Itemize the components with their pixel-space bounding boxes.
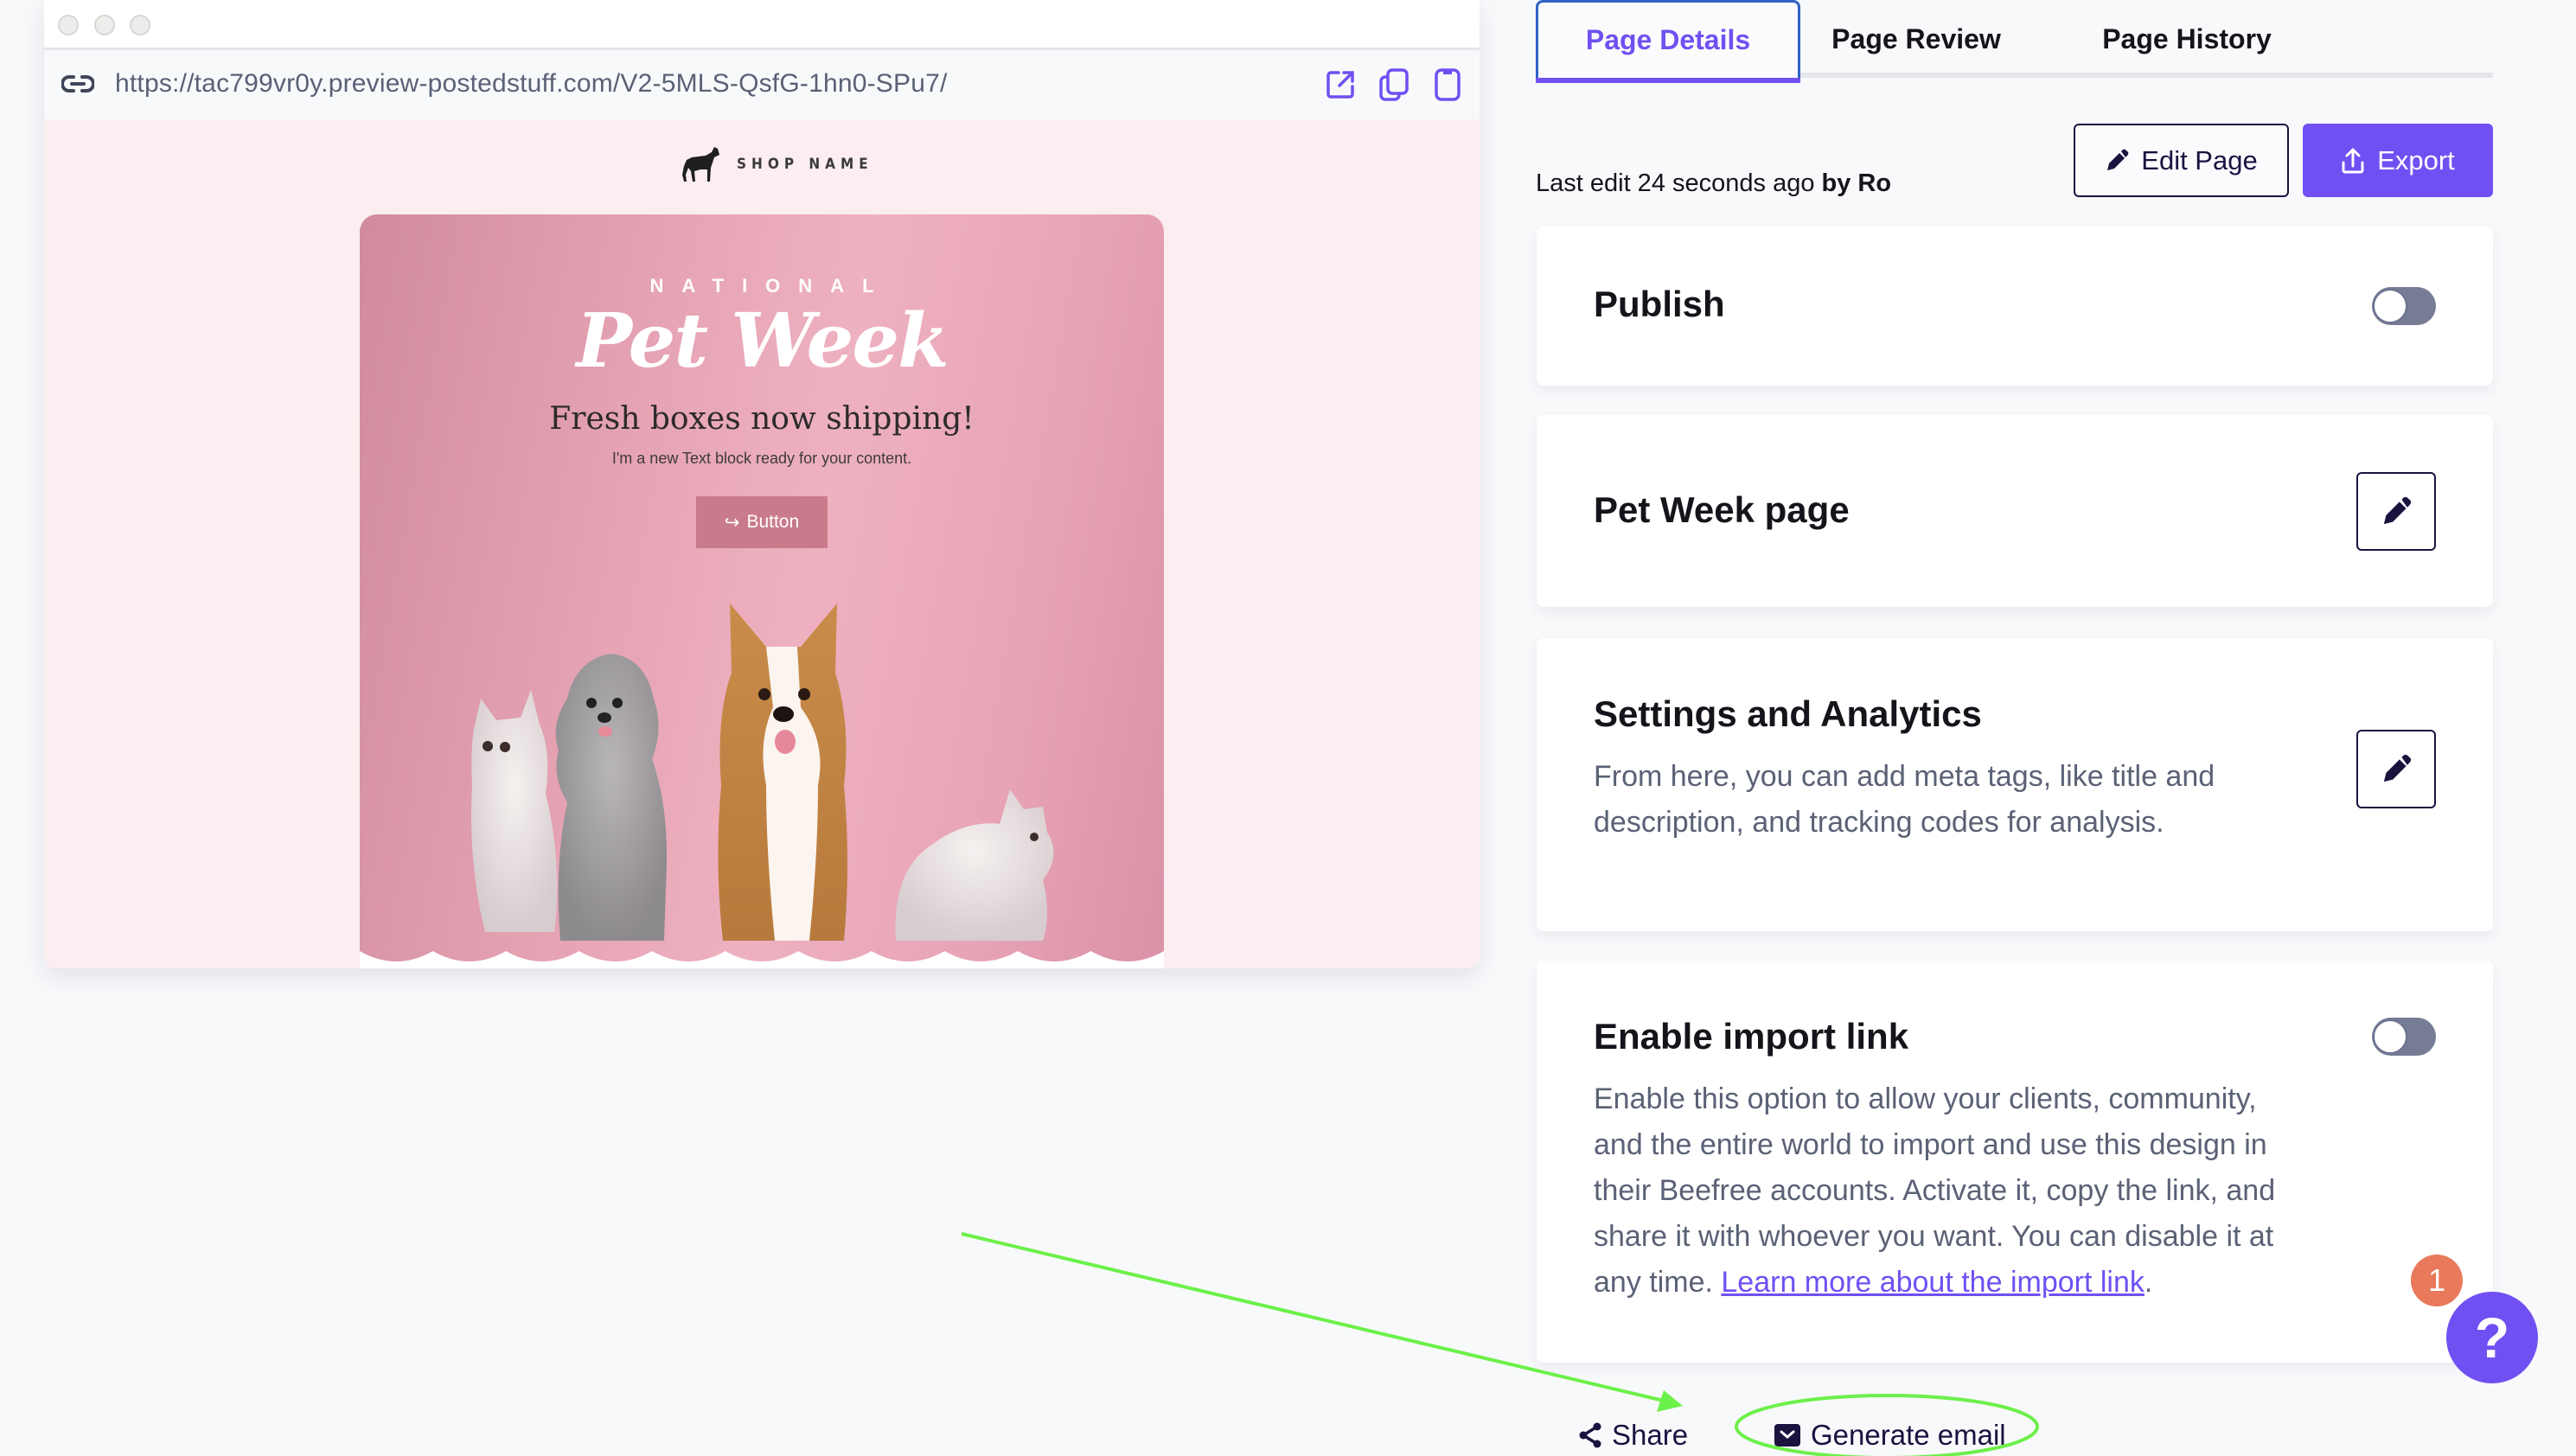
mobile-view-button[interactable] [1431,67,1464,102]
import-description-line: any time. Learn more about the import li… [1594,1260,2275,1306]
hero-subtext: I'm a new Text block ready for your cont… [611,450,912,467]
import-description-text: any time. [1594,1266,1722,1299]
page-tabs: Page Details Page Review Page History [1536,0,2493,83]
shop-name: SHOP NAME [737,156,873,173]
open-external-icon [1326,71,1354,99]
export-button[interactable]: Export [2303,124,2493,197]
share-icon [1579,1422,1601,1448]
reply-arrow-icon: ↪ [724,512,740,533]
url-bar: https://tac799vr0y.preview-postedstuff.c… [44,50,1480,119]
window-titlebar [44,0,1480,50]
pet-corgi [718,603,847,941]
generate-email-button[interactable]: Generate email [1774,1411,2006,1456]
settings-analytics-card: Settings and Analytics From here, you ca… [1537,638,2493,931]
hero-headline: Fresh boxes now shipping! [549,401,975,437]
publish-title: Publish [1594,284,1725,324]
settings-description-line: description, and tracking codes for anal… [1594,806,2164,839]
hero-cta-button[interactable]: ↪ Button [696,496,828,548]
toggle-knob [2373,289,2407,323]
mobile-view-icon [1435,68,1461,101]
link-icon [61,75,94,93]
email-hero-block[interactable]: NATIONAL Pet Week Fresh boxes now shippi… [360,214,1164,968]
import-description-line: and the entire world to import and use t… [1594,1128,2267,1161]
hero-eyebrow: NATIONAL [649,275,892,297]
last-edit-author: by Ro [1821,169,1892,197]
hero-script-title: Pet Week [576,297,949,385]
dog-logo-icon [682,147,719,182]
import-title: Enable import link [1594,1016,1909,1057]
import-link-toggle[interactable] [2372,1018,2436,1056]
edit-settings-button[interactable] [2356,730,2436,808]
tab-page-details[interactable]: Page Details [1536,0,1800,83]
copy-url-button[interactable] [1377,67,1410,102]
share-button[interactable]: Share [1579,1411,1688,1456]
annotation-arrowhead [1657,1390,1683,1412]
import-link-card: Enable import link Enable this option to… [1537,961,2493,1363]
publish-toggle[interactable] [2372,287,2436,325]
export-label: Export [2377,144,2455,176]
pencil-icon [2383,754,2412,782]
tab-page-history[interactable]: Page History [2096,0,2278,78]
window-dot-close[interactable] [58,15,79,35]
settings-title: Settings and Analytics [1594,693,1982,734]
pencil-icon [2107,149,2129,170]
shop-logo: SHOP NAME [680,145,873,183]
page-preview-window: https://tac799vr0y.preview-postedstuff.c… [44,0,1480,968]
open-external-button[interactable] [1324,67,1357,102]
last-edit-status: Last edit 24 seconds ago by Ro [1536,169,1891,198]
import-description-line: Enable this option to allow your clients… [1594,1082,2257,1115]
import-description-line: their Beefree accounts. Activate it, cop… [1594,1174,2276,1207]
publish-card: Publish [1537,227,2493,386]
tab-page-review[interactable]: Page Review [1830,0,2003,78]
preview-url[interactable]: https://tac799vr0y.preview-postedstuff.c… [115,69,948,99]
pencil-icon [2383,496,2412,524]
notification-badge: 1 [2411,1255,2463,1306]
edit-page-name-button[interactable] [2356,472,2436,551]
edit-page-label: Edit Page [2141,144,2258,176]
help-button[interactable]: ? [2446,1292,2538,1383]
import-description: Enable this option to allow your clients… [1594,1076,2275,1306]
settings-description: From here, you can add meta tags, like t… [1594,754,2215,846]
page-name-card: Pet Week page [1537,415,2493,607]
settings-description-line: From here, you can add meta tags, like t… [1594,760,2215,793]
generate-email-label: Generate email [1811,1419,2006,1451]
email-icon [1774,1424,1800,1446]
learn-more-import-link[interactable]: Learn more about the import link [1721,1266,2144,1299]
page-name-title: Pet Week page [1594,489,1850,530]
pet-cat-left [471,690,558,932]
pet-poodle [555,654,668,941]
hero-cta-label: Button [746,512,800,532]
share-label: Share [1612,1419,1689,1451]
email-preview-canvas: SHOP NAME NATIONAL Pet Week Fresh boxes … [44,119,1480,968]
copy-icon [1379,68,1409,101]
last-edit-time: Last edit 24 seconds ago [1536,169,1815,197]
pet-cat-right [895,789,1054,941]
import-description-text: . [2144,1266,2153,1299]
edit-page-button[interactable]: Edit Page [2074,124,2289,197]
window-dot-maximize[interactable] [130,15,150,35]
toggle-knob [2373,1019,2407,1054]
upload-icon [2342,148,2364,173]
window-dot-minimize[interactable] [94,15,115,35]
decorative-wave [360,951,1164,968]
pets-photo [471,603,1054,941]
import-description-line: share it with whoever you want. You can … [1594,1220,2274,1253]
